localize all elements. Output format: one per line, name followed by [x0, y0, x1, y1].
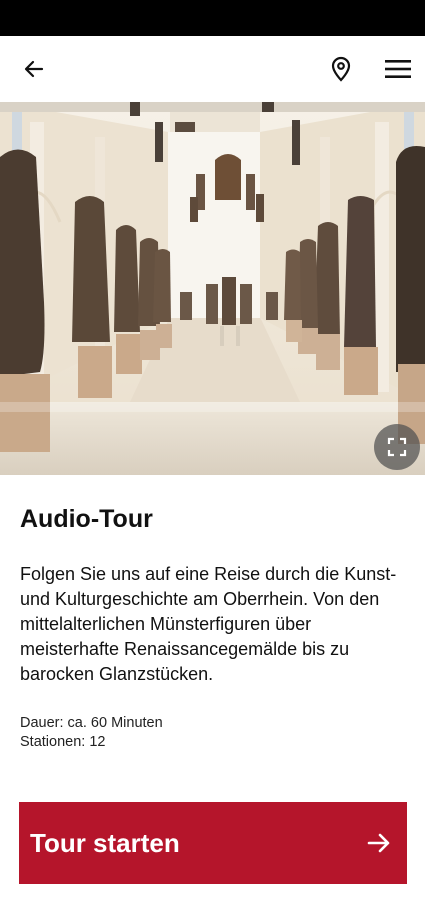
- tour-description: Folgen Sie uns auf eine Reise durch die …: [20, 564, 397, 684]
- page-title: Audio-Tour: [20, 505, 153, 533]
- arrow-back-icon: [24, 60, 44, 78]
- arrow-forward-icon: [367, 833, 390, 853]
- app-bar: [0, 36, 425, 102]
- fullscreen-button[interactable]: [374, 424, 420, 470]
- menu-button[interactable]: [374, 36, 422, 102]
- hero-image: [0, 102, 425, 475]
- tour-meta: Dauer: ca. 60 Minuten Stationen: 12: [20, 714, 163, 752]
- start-tour-button[interactable]: Tour starten: [19, 802, 407, 884]
- tour-duration: Dauer: ca. 60 Minuten: [20, 715, 163, 731]
- location-button[interactable]: [317, 36, 365, 102]
- hamburger-menu-icon: [385, 60, 411, 78]
- tour-stations: Stationen: 12: [20, 734, 106, 750]
- start-tour-label: Tour starten: [30, 827, 180, 858]
- status-bar: [0, 0, 425, 36]
- back-button[interactable]: [10, 36, 58, 102]
- fullscreen-icon: [387, 437, 407, 457]
- museum-hall-illustration: [0, 102, 425, 475]
- location-pin-icon: [331, 56, 351, 82]
